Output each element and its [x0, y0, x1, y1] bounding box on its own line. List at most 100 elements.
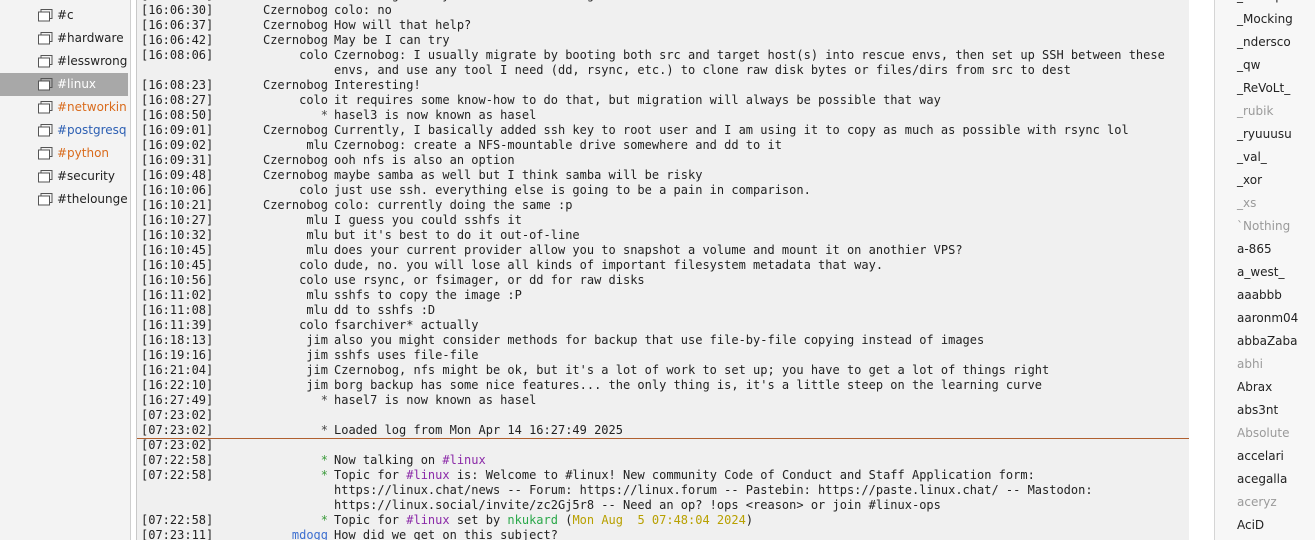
user-list-item[interactable]: _xs	[1237, 192, 1256, 215]
channel-link[interactable]: #linux	[442, 453, 485, 467]
message-nick[interactable]: Czernobog	[263, 18, 328, 33]
user-list-item[interactable]: _rubik	[1237, 100, 1273, 123]
channel-label: #security	[57, 169, 115, 183]
message-nick[interactable]: colo	[299, 93, 328, 108]
message-nick[interactable]: *	[321, 393, 328, 408]
setter-nick[interactable]: nkukard	[507, 513, 558, 527]
message-text: Czernobog, nfs might be ok, but it's a l…	[334, 363, 1050, 377]
message-timestamp: [16:11:08]	[141, 303, 214, 317]
user-list-item[interactable]: _xor	[1237, 169, 1262, 192]
message-nick[interactable]: Czernobog	[263, 3, 328, 18]
sidebar-channel-item[interactable]: #postgresq	[0, 119, 128, 142]
message-nick[interactable]: colo	[299, 273, 328, 288]
message-nick[interactable]: mlu	[306, 138, 328, 153]
message-nick[interactable]: colo	[299, 48, 328, 63]
message-nick[interactable]: mlu	[306, 228, 328, 243]
message-nick[interactable]: colo	[299, 258, 328, 273]
message-text: colo: no	[334, 3, 392, 17]
message-timestamp: [07:23:02]	[141, 408, 214, 422]
message-nick[interactable]: jim	[306, 333, 328, 348]
channel-label: #networkin	[57, 100, 127, 114]
message-nick[interactable]: Czernobog	[263, 33, 328, 48]
sidebar-channel-item[interactable]: #linux	[0, 73, 128, 96]
channel-link[interactable]: #linux	[406, 468, 449, 482]
message-timestamp: [16:10:06]	[141, 183, 214, 197]
user-list-item[interactable]: aceryz	[1237, 491, 1277, 514]
message-nick[interactable]: jim	[306, 348, 328, 363]
message-nick[interactable]: jim	[306, 363, 328, 378]
user-list-item[interactable]: Absolute	[1237, 422, 1289, 445]
message-nick[interactable]: *	[321, 423, 328, 438]
chat-message: [07:23:02]	[137, 438, 1189, 453]
sidebar-channel-item[interactable]: #hardware	[0, 27, 128, 50]
user-list-item[interactable]: aaabbb	[1237, 284, 1282, 307]
sidebar-channel-item[interactable]: #python	[0, 142, 128, 165]
channel-icon	[38, 147, 53, 160]
chat-log[interactable]: [16:06:24]coloCzernobog: can you boot th…	[136, 0, 1189, 540]
user-list-item[interactable]: _ReVoLt_	[1237, 77, 1290, 100]
chat-message: [07:22:58] * Topic for #linux set by nkuka…	[137, 513, 1189, 528]
chat-message: [16:08:50] * hasel3 is now known as hasel	[137, 108, 1189, 123]
user-list-item[interactable]: _Mocking	[1237, 8, 1293, 31]
user-list-item[interactable]: Abrax	[1237, 376, 1272, 399]
chat-message-continuation: https://linux.social/invite/zc2Gj5r8 -- …	[137, 498, 1189, 513]
message-timestamp: [07:23:02]	[141, 438, 214, 452]
user-list-item[interactable]: _ndersco	[1237, 31, 1291, 54]
sidebar-channel-item[interactable]: #c	[0, 4, 128, 27]
message-text: sshfs to copy the image :P	[334, 288, 522, 302]
message-nick[interactable]: Czernobog	[263, 78, 328, 93]
chat-message: [07:23:02] * Loaded log from Mon Apr 14 16…	[137, 423, 1189, 438]
message-timestamp: [16:11:39]	[141, 318, 214, 332]
message-nick[interactable]: colo	[299, 318, 328, 333]
user-list-item[interactable]: abbaZaba	[1237, 330, 1298, 353]
chat-message: [07:22:58] * Now talking on #linux	[137, 453, 1189, 468]
message-timestamp: [16:08:06]	[141, 48, 214, 62]
message-timestamp: [16:21:04]	[141, 363, 214, 377]
message-timestamp: [16:08:50]	[141, 108, 214, 122]
message-timestamp: [16:08:27]	[141, 93, 214, 107]
user-list-item[interactable]: abhi	[1237, 353, 1263, 376]
user-list-item[interactable]: _ryuuusu	[1237, 123, 1292, 146]
message-nick[interactable]: *	[321, 108, 328, 123]
message-nick[interactable]: Czernobog	[263, 153, 328, 168]
user-list[interactable]: _Sweep_Mocking_ndersco_qw_ReVoLt__rubik_…	[1214, 0, 1315, 540]
user-list-item[interactable]: aaronm04	[1237, 307, 1298, 330]
user-list-item[interactable]: acegalla	[1237, 468, 1287, 491]
message-nick[interactable]: mlu	[306, 243, 328, 258]
message-nick[interactable]: Czernobog	[263, 168, 328, 183]
message-nick[interactable]: mlu	[306, 288, 328, 303]
user-list-item[interactable]: a-865	[1237, 238, 1272, 261]
sidebar-channel-item[interactable]: #networkin	[0, 96, 128, 119]
chat-message: envs, and use any tool I need (dd, rsync…	[137, 63, 1189, 78]
topic-text: https://linux.chat/news -- Forum: https:…	[334, 483, 1093, 497]
message-nick[interactable]: mlu	[306, 303, 328, 318]
message-text: How did we get on this subject?	[334, 528, 558, 540]
message-text: I guess you could sshfs it	[334, 213, 522, 227]
user-list-item[interactable]: _val_	[1237, 146, 1267, 169]
message-text: ooh nfs is also an option	[334, 153, 515, 167]
message-nick[interactable]: Czernobog	[263, 198, 328, 213]
user-list-item[interactable]: `Nothing	[1237, 215, 1290, 238]
message-nick[interactable]: Czernobog	[263, 123, 328, 138]
message-nick[interactable]: mlu	[306, 213, 328, 228]
message-nick[interactable]: mdogg	[292, 528, 328, 540]
message-timestamp: [16:10:56]	[141, 273, 214, 287]
message-text: Topic for #linux set by nkukard (Mon Aug…	[334, 513, 753, 528]
sidebar-channel-item[interactable]: #thelounge	[0, 188, 128, 211]
sidebar-channel-item[interactable]: #security	[0, 165, 128, 188]
user-list-item[interactable]: abs3nt	[1237, 399, 1278, 422]
user-list-item[interactable]: AciD	[1237, 514, 1264, 537]
user-list-item[interactable]: a_west_	[1237, 261, 1285, 284]
user-list-item[interactable]: _Sweep	[1237, 0, 1283, 8]
chat-message: [16:18:13] jim also you might consider met…	[137, 333, 1189, 348]
user-list-item[interactable]: _qw	[1237, 54, 1260, 77]
message-text: hasel3 is now known as hasel	[334, 108, 537, 122]
message-timestamp: [16:09:48]	[141, 168, 214, 182]
channel-link[interactable]: #linux	[406, 513, 449, 527]
sidebar-channel-item[interactable]: #lesswrong	[0, 50, 128, 73]
message-text: dd to sshfs :D	[334, 303, 436, 317]
user-list-item[interactable]: accelari	[1237, 445, 1284, 468]
message-text: also you might consider methods for back…	[334, 333, 985, 347]
message-nick[interactable]: jim	[306, 378, 328, 393]
message-nick[interactable]: colo	[299, 183, 328, 198]
